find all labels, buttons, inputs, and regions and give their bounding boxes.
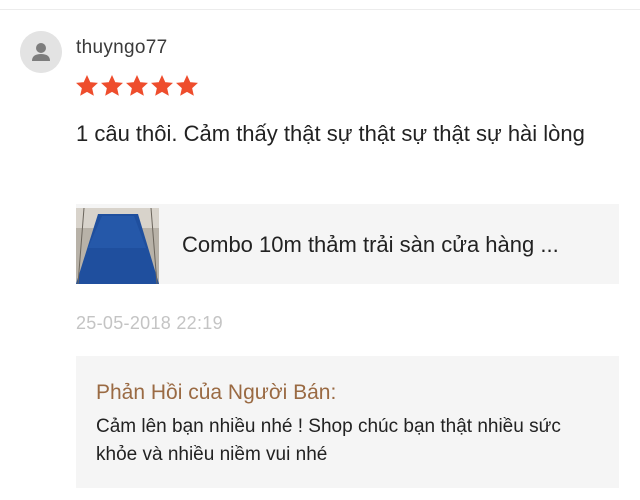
seller-reply-title: Phản Hồi của Người Bán: [96,381,337,404]
user-placeholder-icon [20,31,62,73]
avatar[interactable] [20,31,62,73]
review-comment: 1 câu thôi. Cảm thấy thật sự thật sự thậ… [76,121,585,146]
product-thumbnail[interactable] [76,208,159,284]
star-rating [76,75,198,97]
star-filled-icon [76,75,98,97]
review-timestamp: 25-05-2018 22:19 [76,313,223,333]
product-card[interactable]: Combo 10m thảm trải sàn cửa hàng ... [76,204,619,284]
seller-reply-text: Cảm lên bạn nhiều nhé ! Shop chúc bạn th… [96,416,561,465]
username[interactable]: thuyngo77 [76,37,167,59]
star-filled-icon [126,75,148,97]
product-name[interactable]: Combo 10m thảm trải sàn cửa hàng ... [182,232,602,258]
star-filled-icon [176,75,198,97]
divider [0,9,640,10]
star-filled-icon [101,75,123,97]
seller-reply: Phản Hồi của Người Bán: Cảm lên bạn nhiề… [76,356,619,488]
star-filled-icon [151,75,173,97]
